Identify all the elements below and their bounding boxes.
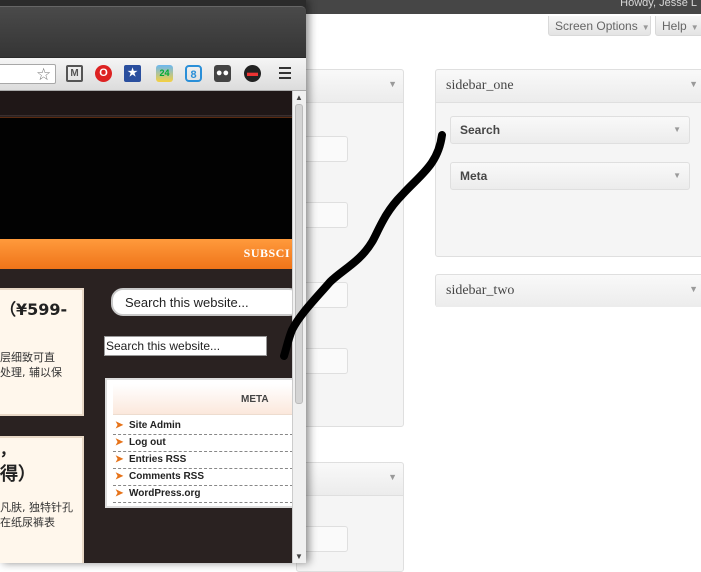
opera-icon[interactable]: O (95, 65, 112, 82)
meta-link-site-admin[interactable]: ➤ Site Admin (113, 418, 292, 435)
meta-widget: META ➤ Site Admin ➤ Log out ➤ Entries RSS ➤… (105, 378, 292, 508)
scrollbar-thumb[interactable] (295, 104, 303, 404)
widget-title: Meta (460, 169, 488, 183)
menu-icon[interactable] (279, 64, 291, 80)
meta-list: ➤ Site Admin ➤ Log out ➤ Entries RSS ➤ Comme… (113, 418, 292, 503)
star-icon[interactable]: ☆ (36, 65, 51, 85)
post-card[interactable]: （¥599- 层细致可直 处理, 辅以保 (0, 288, 84, 416)
site-top-strip (0, 91, 292, 116)
meta-link-wordpress-org[interactable]: ➤ WordPress.org (113, 486, 292, 503)
post-excerpt: 在纸尿裤表 (0, 516, 55, 529)
post-excerpt: 层细致可直 (0, 351, 55, 364)
scroll-down-arrow-icon[interactable]: ▼ (295, 552, 303, 561)
address-bar[interactable]: ☆ (0, 64, 56, 84)
meta-link-entries-rss[interactable]: ➤ Entries RSS (113, 452, 292, 469)
arrow-bullet-icon: ➤ (115, 437, 124, 448)
search-placeholder: Search this website... (125, 295, 249, 310)
browser-window: ☆ M O ★ 24 8 ●● ▬ SUBSCI （¥599- 层细致可直 处理… (0, 0, 306, 563)
chevron-down-icon: ▼ (690, 23, 699, 32)
post-title[interactable]: ， (0, 438, 16, 460)
chevron-down-icon[interactable]: ▼ (388, 472, 397, 482)
post-excerpt: 处理, 辅以保 (0, 366, 62, 379)
widget-title: Search (460, 123, 501, 137)
sidebar-one-title: sidebar_one (446, 78, 514, 93)
widget-search[interactable]: Search ▼ (450, 116, 690, 144)
panel-header[interactable]: ▼ (297, 463, 403, 496)
meta-link-comments-rss[interactable]: ➤ Comments RSS (113, 469, 292, 486)
bookmark-icon[interactable]: ★ (124, 65, 141, 82)
screen-options-label: Screen Options (555, 19, 638, 33)
site-nav: SUBSCI (0, 239, 292, 269)
widget-meta[interactable]: Meta ▼ (450, 162, 690, 190)
post-title[interactable]: （¥599- (0, 296, 67, 320)
howdy-greeting[interactable]: Howdy, Jesse L (620, 0, 697, 9)
arrow-bullet-icon: ➤ (115, 420, 124, 431)
weather-icon[interactable]: 24 (156, 65, 173, 82)
sidebar-one-header[interactable]: sidebar_one ▼ (436, 70, 701, 103)
weather-badge: 24 (159, 68, 170, 78)
site-header (0, 117, 292, 240)
mask-icon[interactable]: ▬ (244, 65, 261, 82)
meta-link-log-out[interactable]: ➤ Log out (113, 435, 292, 452)
meta-header: META (113, 384, 292, 415)
sidebar-one-panel: sidebar_one ▼ Search ▼ Meta ▼ (435, 69, 701, 257)
chevron-down-icon[interactable]: ▼ (388, 79, 397, 89)
screen-options-button[interactable]: Screen Options ▼ (548, 16, 651, 36)
chevron-down-icon[interactable]: ▼ (673, 125, 681, 134)
arrow-bullet-icon: ➤ (115, 454, 124, 465)
available-widgets-panel: ▼ (295, 69, 404, 427)
browser-toolbar: ☆ M O ★ 24 8 ●● ▬ (0, 58, 306, 91)
subscribe-link[interactable]: SUBSCI (244, 246, 290, 261)
chevron-down-icon: ▼ (641, 23, 650, 32)
glasses-icon[interactable]: ●● (214, 65, 231, 82)
post-title[interactable]: 得） (0, 460, 36, 486)
help-label: Help (662, 19, 687, 33)
scrollbar[interactable]: ▲ ▼ (292, 91, 306, 563)
help-button[interactable]: Help ▼ (655, 16, 701, 36)
search-input-plain[interactable]: Search this website... (104, 336, 267, 356)
sidebar-two-title: sidebar_two (446, 283, 515, 298)
browser-titlebar[interactable] (0, 6, 306, 57)
page-viewport: SUBSCI （¥599- 层细致可直 处理, 辅以保 ， 得） 凡肤, 独特针… (0, 91, 292, 563)
sidebar-two-header[interactable]: sidebar_two ▼ (436, 275, 701, 307)
chevron-down-icon[interactable]: ▼ (689, 284, 698, 294)
sidebar-two-panel: sidebar_two ▼ (435, 274, 701, 307)
search-input[interactable]: Search this website... (111, 288, 292, 316)
gmail-icon[interactable]: M (66, 65, 83, 82)
arrow-bullet-icon: ➤ (115, 471, 124, 482)
chevron-down-icon[interactable]: ▼ (673, 171, 681, 180)
post-card[interactable]: ， 得） 凡肤, 独特针孔 在纸尿裤表 (0, 436, 84, 563)
scroll-up-arrow-icon[interactable]: ▲ (295, 93, 303, 102)
post-excerpt: 凡肤, 独特针孔 (0, 501, 73, 514)
arrow-bullet-icon: ➤ (115, 488, 124, 499)
inactive-widgets-panel: ▼ (295, 462, 404, 572)
circle-icon[interactable]: 8 (185, 65, 202, 82)
panel-header[interactable]: ▼ (297, 70, 403, 103)
chevron-down-icon[interactable]: ▼ (689, 79, 698, 89)
meta-title: META (241, 394, 269, 405)
